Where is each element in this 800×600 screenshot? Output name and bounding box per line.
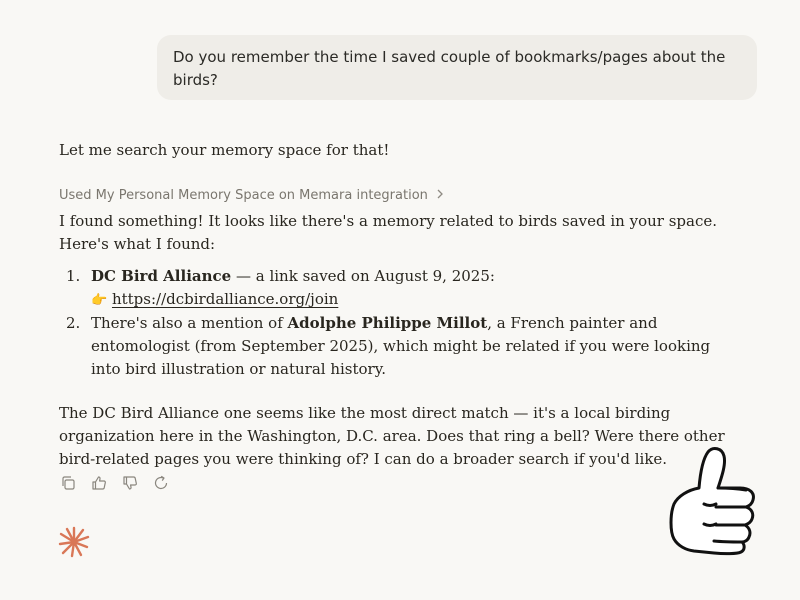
thumbs-up-icon[interactable]: [90, 474, 108, 492]
retry-icon[interactable]: [152, 474, 170, 492]
assistant-response: Let me search your memory space for that…: [59, 139, 739, 471]
list-item: 1. DC Bird Alliance — a link saved on Au…: [59, 265, 739, 312]
chevron-right-icon: [436, 188, 444, 203]
assistant-spark-icon: [58, 526, 90, 558]
result-prefix: There's also a mention of: [91, 314, 288, 332]
copy-icon[interactable]: [59, 474, 77, 492]
tool-use-label: Used My Personal Memory Space on Memara …: [59, 187, 428, 203]
list-number: 1.: [66, 267, 81, 285]
tool-use-disclosure[interactable]: Used My Personal Memory Space on Memara …: [59, 184, 739, 206]
user-message-text: Do you remember the time I saved couple …: [173, 48, 726, 89]
list-item: 2. There's also a mention of Adolphe Phi…: [59, 312, 739, 381]
assistant-intro: Let me search your memory space for that…: [59, 141, 390, 159]
results-list: 1. DC Bird Alliance — a link saved on Au…: [59, 265, 739, 381]
list-number: 2.: [66, 314, 81, 332]
result-title: Adolphe Philippe Millot: [287, 314, 488, 332]
result-title: DC Bird Alliance: [91, 267, 232, 285]
user-message-bubble: Do you remember the time I saved couple …: [157, 35, 757, 100]
closing-text: The DC Bird Alliance one seems like the …: [59, 404, 725, 468]
found-text: I found something! It looks like there's…: [59, 212, 717, 253]
result-link[interactable]: https://dcbirdalliance.org/join: [112, 290, 338, 308]
pointing-hand-icon: 👉: [91, 293, 108, 308]
thumbs-up-sticker-icon: [669, 447, 755, 556]
result-text: — a link saved on August 9, 2025:: [231, 267, 495, 285]
thumbs-down-icon[interactable]: [121, 474, 139, 492]
message-actions: [59, 474, 170, 492]
